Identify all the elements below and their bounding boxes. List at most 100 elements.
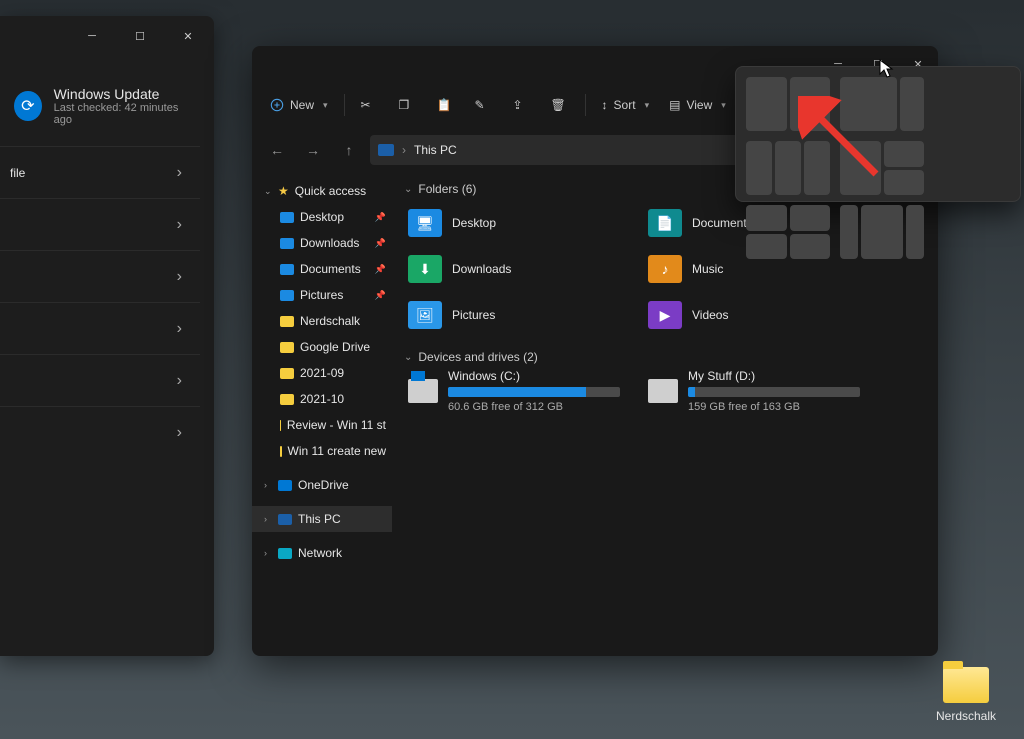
close-button[interactable]: ✕ [168,21,208,51]
chevron-right-icon: › [177,216,182,234]
sidebar-item[interactable]: Documents 📌 [252,256,392,282]
system-folder-icon [280,212,294,223]
sidebar-network[interactable]: ›Network [252,540,392,566]
system-folder-icon [280,238,294,249]
snap-layout-quad[interactable] [746,205,830,259]
drive-label: Windows (C:) [448,369,620,383]
settings-row[interactable]: file › [0,146,200,198]
sidebar-item[interactable]: Google Drive [252,334,392,360]
settings-row[interactable]: › [0,198,200,250]
network-label: Network [298,546,342,560]
cut-button[interactable]: ✂ [353,89,387,121]
chevron-right-icon: › [177,372,182,390]
sidebar-item[interactable]: Review - Win 11 st [252,412,392,438]
settings-row[interactable]: › [0,354,200,406]
sidebar-quick-access[interactable]: ⌄ ★ Quick access [252,178,392,204]
sidebar-item-label: Documents [300,262,361,276]
settings-window: ─ ☐ ✕ ⟳ Windows Update Last checked: 42 … [0,16,214,656]
sidebar-item-label: 2021-09 [300,366,344,380]
separator [344,94,345,116]
folder-icon [280,368,294,379]
view-button[interactable]: ▤View▾ [661,89,734,121]
desktop-icon-label: Nerdschalk [930,709,1002,723]
drive-icon [648,379,678,403]
folder-icon [280,420,281,431]
snap-layout-two-uneven[interactable] [840,77,924,131]
view-label: View [686,98,712,112]
trash-icon: 🗑 [551,98,566,112]
sort-button[interactable]: ↕Sort▾ [594,89,658,121]
drives-group-header[interactable]: ⌄Devices and drives (2) [404,350,926,364]
snap-layout-three-col[interactable] [746,141,830,195]
sidebar-item[interactable]: Win 11 create new [252,438,392,464]
folder-item[interactable]: ▶Videos [644,294,864,336]
drive-item[interactable]: Windows (C:)60.6 GB free of 312 GB [404,370,624,412]
folder-item[interactable]: 🖼Pictures [404,294,624,336]
snap-layout-two-even[interactable] [746,77,830,131]
view-icon: ▤ [669,98,680,112]
sidebar-item[interactable]: 2021-10 [252,386,392,412]
maximize-button[interactable]: ☐ [120,21,160,51]
update-subtitle: Last checked: 42 minutes ago [54,102,188,126]
drives-head-label: Devices and drives (2) [418,350,537,364]
folder-icon [280,316,294,327]
chevron-right-icon: › [177,164,182,182]
folder-icon [280,342,294,353]
folder-label: Desktop [452,216,496,230]
folders-head-label: Folders (6) [418,182,476,196]
sidebar-this-pc[interactable]: ›This PC [252,506,392,532]
desktop-folder-icon[interactable]: Nerdschalk [930,667,1002,723]
snap-layout-left-two-right[interactable] [840,141,924,195]
back-button[interactable]: ← [262,135,292,165]
settings-row[interactable]: › [0,250,200,302]
copy-button[interactable]: ❐ [391,89,425,121]
separator [585,94,586,116]
folder-icon: ▶ [648,301,682,329]
drive-item[interactable]: My Stuff (D:)159 GB free of 163 GB [644,370,864,412]
delete-button[interactable]: 🗑 [543,89,577,121]
folder-label: Music [692,262,723,276]
sidebar-item[interactable]: Pictures📌 [252,282,392,308]
pc-icon [278,514,292,525]
rename-button[interactable]: ✎ [467,89,501,121]
drive-label: My Stuff (D:) [688,369,860,383]
up-button[interactable]: ↑ [334,135,364,165]
chevron-down-icon: ▾ [323,100,328,111]
sidebar-item[interactable]: 2021-09 [252,360,392,386]
folder-icon: ♪ [648,255,682,283]
settings-row[interactable]: › [0,302,200,354]
sidebar-item[interactable]: Desktop📌 [252,204,392,230]
settings-row-label: file [10,166,25,180]
share-button[interactable]: ⇪ [505,89,539,121]
sidebar-item[interactable]: Downloads📌 [252,230,392,256]
windows-update-header: ⟳ Windows Update Last checked: 42 minute… [0,70,200,146]
copy-icon: ❐ [399,98,410,112]
snap-layout-popup [735,66,1021,202]
paste-icon: 📋 [437,98,452,112]
breadcrumb-this-pc[interactable]: This PC [414,143,457,157]
folder-item[interactable]: 🖥Desktop [404,202,624,244]
pin-icon: 📌 [375,290,386,301]
forward-button[interactable]: → [298,135,328,165]
sidebar-item[interactable]: Nerdschalk [252,308,392,334]
sidebar-item-label: Win 11 create new [288,444,387,458]
snap-layout-third-two-thirds[interactable] [840,205,924,259]
pin-icon: 📌 [375,238,386,249]
sidebar-item-label: Google Drive [300,340,370,354]
folder-label: Pictures [452,308,495,322]
system-folder-icon [280,264,294,275]
settings-row[interactable]: › [0,406,200,458]
chevron-right-icon: › [177,268,182,286]
minimize-button[interactable]: ─ [72,21,112,51]
sidebar-item-label: Desktop [300,210,344,224]
paste-button[interactable]: 📋 [429,89,463,121]
chevron-down-icon: ⌄ [404,184,412,195]
folder-icon: ⬇ [408,255,442,283]
new-button[interactable]: New ▾ [262,89,336,121]
drive-usage-bar [448,387,620,397]
pin-icon: 📌 [375,264,386,275]
network-icon [278,548,292,559]
folder-item[interactable]: ⬇Downloads [404,248,624,290]
sidebar-onedrive[interactable]: ›OneDrive [252,472,392,498]
settings-titlebar: ─ ☐ ✕ [0,16,214,56]
